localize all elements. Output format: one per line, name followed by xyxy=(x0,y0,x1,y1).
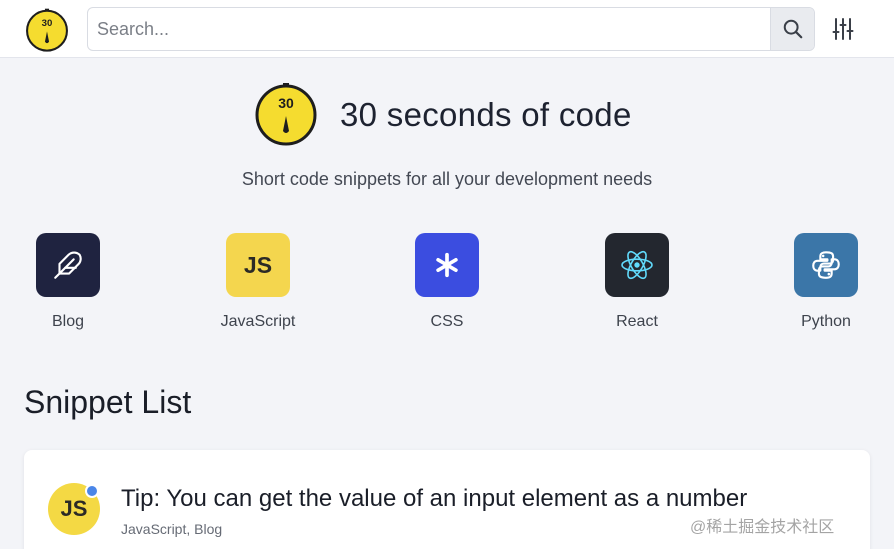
react-icon xyxy=(621,250,653,280)
react-tile xyxy=(605,233,669,297)
category-label: React xyxy=(616,313,658,330)
search-icon xyxy=(783,19,802,39)
js-icon: JS xyxy=(243,251,273,278)
js-icon: JS xyxy=(60,496,88,521)
stopwatch-logo-icon: 30 xyxy=(26,8,68,52)
svg-text:30: 30 xyxy=(278,95,294,111)
category-react[interactable]: React xyxy=(577,233,697,331)
site-logo[interactable]: 30 xyxy=(25,8,69,52)
hero-logo: 30 xyxy=(254,82,318,146)
page-title: 30 seconds of code xyxy=(340,96,632,133)
search-box xyxy=(87,7,815,51)
category-label: CSS xyxy=(430,313,464,330)
category-label: Blog xyxy=(51,313,85,330)
page-subtitle: Short code snippets for all your develop… xyxy=(241,169,653,189)
python-icon xyxy=(812,251,840,279)
snippet-list-heading: Snippet List xyxy=(24,384,192,420)
settings-button[interactable] xyxy=(828,14,858,44)
javascript-tile: JS xyxy=(226,233,290,297)
python-tile xyxy=(794,233,858,297)
watermark: @稀土掘金技术社区 xyxy=(690,519,835,536)
snippet-title[interactable]: Tip: You can get the value of an input e… xyxy=(121,485,747,513)
sliders-icon xyxy=(832,18,854,40)
asterisk-icon xyxy=(436,252,458,278)
top-bar: 30 xyxy=(0,0,894,58)
stopwatch-logo-icon: 30 xyxy=(255,83,317,146)
search-input[interactable] xyxy=(88,8,772,50)
css-tile xyxy=(415,233,479,297)
category-label: Python xyxy=(801,313,851,330)
feather-icon xyxy=(54,251,82,279)
search-button[interactable] xyxy=(770,8,814,50)
snippet-tags: JavaScript, Blog xyxy=(121,521,223,537)
category-python[interactable]: Python xyxy=(766,233,886,331)
category-css[interactable]: CSS xyxy=(387,233,507,331)
blog-tile xyxy=(36,233,100,297)
new-indicator-dot xyxy=(85,484,99,498)
svg-text:30: 30 xyxy=(42,18,53,29)
category-blog[interactable]: Blog xyxy=(8,233,128,331)
category-label: JavaScript xyxy=(220,313,296,330)
category-javascript[interactable]: JS JavaScript xyxy=(198,233,318,331)
